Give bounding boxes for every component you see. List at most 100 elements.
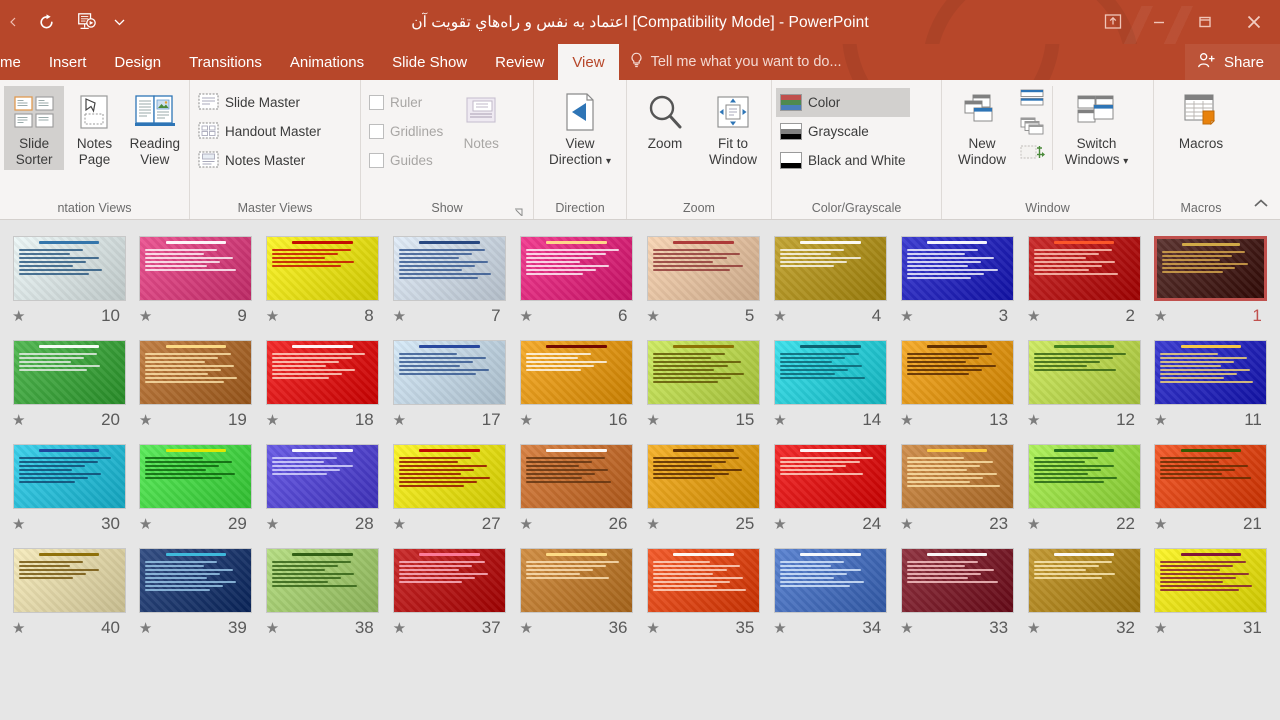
slide-thumbnail-38[interactable]: ★ 38 [264,548,382,638]
slide-thumbnail-32[interactable]: ★ 32 [1025,548,1143,638]
star-transition-icon[interactable]: ★ [266,413,279,428]
start-from-beginning-icon[interactable] [66,7,106,37]
notes-master-button[interactable]: Notes Master [194,146,325,175]
slide-thumbnail-9[interactable]: ★ 9 [137,236,255,326]
star-transition-icon[interactable]: ★ [900,621,913,636]
slide-thumbnail-19[interactable]: ★ 19 [137,340,255,430]
new-window-button[interactable]: New Window [946,86,1018,170]
slide-thumbnail-37[interactable]: ★ 37 [391,548,509,638]
slide-thumbnail-image[interactable] [1027,444,1141,509]
tell-me-search[interactable]: Tell me what you want to do... [619,44,854,80]
slide-thumbnail-35[interactable]: ★ 35 [644,548,762,638]
slide-thumbnail-20[interactable]: ★ 20 [10,340,128,430]
slide-thumbnail-image[interactable] [900,548,1014,613]
tab-insert[interactable]: Insert [35,44,101,80]
star-transition-icon[interactable]: ★ [1027,621,1040,636]
slide-thumbnail-image[interactable] [773,340,887,405]
redo-icon[interactable] [26,7,66,37]
slide-thumbnail-29[interactable]: ★ 29 [137,444,255,534]
tab-animations[interactable]: Animations [276,44,378,80]
star-transition-icon[interactable]: ★ [12,517,25,532]
guides-checkbox[interactable] [369,153,384,168]
slide-thumbnail-31[interactable]: ★ 31 [1152,548,1270,638]
slide-thumbnail-12[interactable]: ★ 12 [1025,340,1143,430]
slide-thumbnail-image[interactable] [773,548,887,613]
tab-home[interactable]: me [0,44,35,80]
tab-design[interactable]: Design [100,44,175,80]
star-transition-icon[interactable]: ★ [520,413,533,428]
slide-thumbnail-image[interactable] [266,340,380,405]
star-transition-icon[interactable]: ★ [773,309,786,324]
arrange-all-icon[interactable] [1020,89,1046,110]
tab-slide-show[interactable]: Slide Show [378,44,481,80]
tab-transitions[interactable]: Transitions [175,44,276,80]
slide-thumbnail-image[interactable] [139,548,253,613]
star-transition-icon[interactable]: ★ [139,309,152,324]
slide-thumbnail-image[interactable] [646,340,760,405]
slide-thumbnail-33[interactable]: ★ 33 [898,548,1016,638]
slide-thumbnail-image[interactable] [646,236,760,301]
notes-button[interactable]: Notes [447,86,515,154]
zoom-button[interactable]: Zoom [631,86,699,154]
gridlines-checkbox[interactable] [369,124,384,139]
slide-thumbnail-39[interactable]: ★ 39 [137,548,255,638]
qat-overflow-left-icon[interactable] [0,7,26,37]
slide-thumbnail-image[interactable] [520,236,633,301]
slide-thumbnail-image[interactable] [139,236,253,301]
notes-page-button[interactable]: Notes Page [64,86,124,170]
slide-thumbnail-image[interactable] [393,444,507,509]
star-transition-icon[interactable]: ★ [12,621,25,636]
slide-thumbnail-15[interactable]: ★ 15 [644,340,762,430]
slide-thumbnail-11[interactable]: ★ 11 [1152,340,1270,430]
star-transition-icon[interactable]: ★ [393,413,406,428]
slide-thumbnail-28[interactable]: ★ 28 [264,444,382,534]
slide-thumbnail-27[interactable]: ★ 27 [391,444,509,534]
star-transition-icon[interactable]: ★ [773,621,786,636]
share-button[interactable]: Share [1184,44,1280,80]
view-direction-button[interactable]: View Direction ▾ [538,86,622,170]
star-transition-icon[interactable]: ★ [520,517,533,532]
slide-thumbnail-image[interactable] [266,548,380,613]
slide-thumbnail-21[interactable]: ★ 21 [1152,444,1270,534]
star-transition-icon[interactable]: ★ [393,517,406,532]
star-transition-icon[interactable]: ★ [1154,413,1167,428]
slide-thumbnail-image[interactable] [393,340,507,405]
slide-thumbnail-image[interactable] [520,444,633,509]
slide-thumbnail-14[interactable]: ★ 14 [771,340,889,430]
star-transition-icon[interactable]: ★ [139,413,152,428]
slide-thumbnail-3[interactable]: ★ 3 [898,236,1016,326]
slide-thumbnail-5[interactable]: ★ 5 [644,236,762,326]
slide-thumbnail-image[interactable] [900,236,1014,301]
slide-thumbnail-image[interactable] [139,340,253,405]
star-transition-icon[interactable]: ★ [900,517,913,532]
collapse-ribbon-button[interactable] [1250,193,1272,215]
slide-thumbnail-image[interactable] [520,548,633,613]
slide-sorter-button[interactable]: Slide Sorter [4,86,65,170]
slide-thumbnail-13[interactable]: ★ 13 [898,340,1016,430]
slide-thumbnail-22[interactable]: ★ 22 [1025,444,1143,534]
minimize-icon[interactable] [1136,0,1182,44]
slide-master-button[interactable]: Slide Master [194,88,325,117]
star-transition-icon[interactable]: ★ [646,517,659,532]
star-transition-icon[interactable]: ★ [139,517,152,532]
star-transition-icon[interactable]: ★ [12,309,25,324]
slide-thumbnail-image[interactable] [900,444,1014,509]
star-transition-icon[interactable]: ★ [520,621,533,636]
slide-thumbnail-image[interactable] [1027,548,1141,613]
star-transition-icon[interactable]: ★ [900,309,913,324]
star-transition-icon[interactable]: ★ [1027,517,1040,532]
star-transition-icon[interactable]: ★ [520,309,533,324]
slide-thumbnail-23[interactable]: ★ 23 [898,444,1016,534]
show-dialog-launcher-icon[interactable] [513,204,525,216]
slide-thumbnail-18[interactable]: ★ 18 [264,340,382,430]
star-transition-icon[interactable]: ★ [1154,621,1167,636]
slide-thumbnail-image[interactable] [266,236,380,301]
slide-thumbnail-image[interactable] [1154,444,1268,509]
slide-thumbnail-image[interactable] [1154,340,1268,405]
slide-thumbnail-image[interactable] [266,444,380,509]
slide-thumbnail-image[interactable] [139,444,253,509]
slide-thumbnail-30[interactable]: ★ 30 [10,444,128,534]
star-transition-icon[interactable]: ★ [900,413,913,428]
slide-thumbnail-image[interactable] [12,340,126,405]
star-transition-icon[interactable]: ★ [646,309,659,324]
